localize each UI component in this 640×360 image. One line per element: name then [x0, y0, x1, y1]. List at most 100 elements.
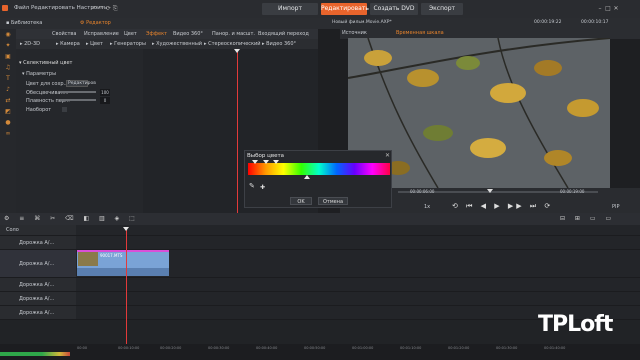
category-generators[interactable]: ▸ Генераторы	[110, 39, 146, 49]
export-button[interactable]: Экспорт	[421, 3, 463, 15]
mark-out-time: 00:00:19:00	[560, 189, 585, 194]
category-stereo[interactable]: ▸ Стереоскопический	[204, 39, 261, 49]
keyframe-playhead	[237, 52, 238, 213]
text-icon[interactable]: T	[0, 73, 16, 84]
eyedropper-icon[interactable]: ✎	[249, 182, 255, 190]
zoom-select[interactable]: 1x	[424, 204, 430, 210]
track-lane-1[interactable]	[76, 236, 640, 250]
timecode-current: 00:00:10:17	[581, 20, 609, 25]
tab-editor[interactable]: ⚙ Редактор	[76, 18, 115, 29]
edit-button[interactable]: Редактировать	[321, 3, 369, 15]
ruler-tick: 00:00:40:00	[256, 346, 278, 350]
tab-source[interactable]: Источник	[342, 30, 367, 36]
solo-label[interactable]: Соло	[6, 227, 19, 233]
category-2d3d[interactable]: ▸ 2D-3D	[20, 39, 40, 49]
clip-name: 90017.MTS	[100, 253, 123, 258]
track-header-4[interactable]: Дорожка А/...	[0, 292, 76, 306]
project-filename: Новый фильм.Movie.AXP*	[332, 20, 392, 25]
color-icon[interactable]: ◉	[0, 29, 16, 40]
app-logo-icon	[2, 5, 8, 11]
smooth-value[interactable]: 0	[100, 97, 110, 104]
dialog-close-icon[interactable]: ✕	[385, 152, 390, 159]
effects-icon[interactable]: ✦	[0, 40, 16, 51]
ruler-tick: 00:00	[77, 346, 88, 350]
maximize-icon[interactable]: □	[604, 5, 612, 12]
eyedropper-add-icon[interactable]: ✚	[260, 184, 265, 191]
track-header-2[interactable]: Дорожка А/...	[0, 250, 76, 278]
import-button[interactable]: Импорт	[262, 3, 318, 15]
tab-effect[interactable]: Эффект	[146, 29, 167, 39]
record-icon[interactable]: ●	[0, 117, 16, 128]
ruler-tick: 00:01:10:00	[400, 346, 422, 350]
invert-checkbox[interactable]	[62, 107, 67, 112]
pip-button[interactable]: PIP	[612, 204, 620, 210]
ruler-tick: 00:00:20:00	[160, 346, 182, 350]
timeline-zoom-tools[interactable]: ⊟ ⊞ ▭ ▭	[560, 215, 615, 222]
track-header-3[interactable]: Дорожка А/...	[0, 278, 76, 292]
close-icon[interactable]: ✕	[612, 5, 620, 12]
desat-value[interactable]: 100	[100, 89, 110, 96]
track-header-5[interactable]: Дорожка А/...	[0, 306, 76, 320]
track-lane-3[interactable]	[76, 278, 640, 292]
effect-title: ▾ Селективный цвет	[19, 60, 73, 66]
minimize-icon[interactable]: –	[596, 5, 604, 12]
ok-button[interactable]: OK	[290, 197, 312, 205]
tab-timeline-preview[interactable]: Временная шкала	[396, 30, 444, 36]
param-label-invert: Наоборот	[26, 107, 52, 113]
scrub-handle[interactable]	[487, 189, 493, 193]
category-artistic[interactable]: ▸ Художественный	[152, 39, 202, 49]
hue-marker-start-icon[interactable]	[252, 160, 258, 164]
motion-icon[interactable]: ⇄	[0, 95, 16, 106]
hue-spectrum[interactable]	[248, 163, 390, 175]
undo-redo-icons[interactable]: ↶ ↷ ⟳ ⎘	[92, 5, 118, 13]
track-name[interactable]: Дорожка А/...	[19, 296, 54, 302]
track-name[interactable]: Дорожка А/...	[19, 240, 54, 246]
ruler-tick: 00:01:00:00	[352, 346, 374, 350]
desat-slider[interactable]	[60, 91, 96, 93]
playhead-marker[interactable]	[123, 227, 129, 231]
smooth-slider[interactable]	[60, 99, 96, 101]
create-dvd-button[interactable]: Создать DVD	[370, 3, 418, 15]
track-name[interactable]: Дорожка А/...	[19, 282, 54, 288]
transition-icon[interactable]: ◩	[0, 106, 16, 117]
keyframe-playhead-marker[interactable]	[234, 49, 240, 53]
window-controls: – □ ✕	[596, 5, 620, 12]
track-lane-4[interactable]	[76, 292, 640, 306]
music-icon[interactable]: ♫	[0, 62, 16, 73]
watermark-logo: TPLoft	[538, 312, 613, 337]
category-color[interactable]: ▸ Цвет	[86, 39, 103, 49]
editor-category-bar: ◉ ✦ ▣ ♫ T ♪ ⇄ ◩ ● ∞	[0, 29, 16, 213]
track-name[interactable]: Дорожка А/...	[19, 261, 54, 267]
image-icon[interactable]: ▣	[0, 51, 16, 62]
category-video360[interactable]: ▸ Видео 360°	[262, 39, 296, 49]
tab-library[interactable]: ▪ Библиотека	[2, 18, 46, 29]
track-header-1[interactable]: Дорожка А/...	[0, 236, 76, 250]
mark-in-time: 00:00:06:00	[410, 189, 435, 194]
tab-transition[interactable]: Входящий переход	[258, 29, 309, 39]
clip-thumbnail	[78, 252, 98, 266]
ruler-tick: 00:01:30:00	[496, 346, 518, 350]
link-icon[interactable]: ∞	[0, 128, 16, 139]
menu-edit[interactable]: Редактировать	[31, 5, 75, 11]
tab-color[interactable]: Цвет	[124, 29, 137, 39]
cancel-button[interactable]: Отмена	[318, 197, 348, 205]
hue-marker-mid-icon[interactable]	[263, 160, 269, 164]
ruler-tick: 00:00:30:00	[208, 346, 230, 350]
sound-icon[interactable]: ♪	[0, 84, 16, 95]
param-label-color: Цвет для сохр...	[26, 81, 69, 87]
tab-fix[interactable]: Исправление	[84, 29, 119, 39]
tab-pan[interactable]: Панор. и масшт.	[212, 29, 255, 39]
timecode-total: 00:00:19:22	[534, 20, 562, 25]
track-name[interactable]: Дорожка А/...	[19, 310, 54, 316]
range-marker-icon[interactable]	[304, 175, 310, 179]
tab-video360[interactable]: Видео 360°	[173, 29, 203, 39]
timeline-tools[interactable]: ⚙ ≡ ⌘ ✂ ⌫ ◧ ▥ ◈ ⬚	[4, 215, 139, 222]
menu-file[interactable]: Файл	[14, 5, 29, 11]
tab-properties[interactable]: Свойства	[52, 29, 76, 39]
playback-controls[interactable]: ⟲ ⏮ ◀ ▶ ▶▶ ⏭ ⟳	[452, 202, 553, 211]
hue-marker-end-icon[interactable]	[273, 160, 279, 164]
params-section[interactable]: ▾ Параметры	[22, 70, 56, 78]
timeline-playhead[interactable]	[126, 230, 127, 346]
edit-color-button[interactable]: Редактиров	[66, 80, 96, 87]
category-camera[interactable]: ▸ Камера	[56, 39, 80, 49]
